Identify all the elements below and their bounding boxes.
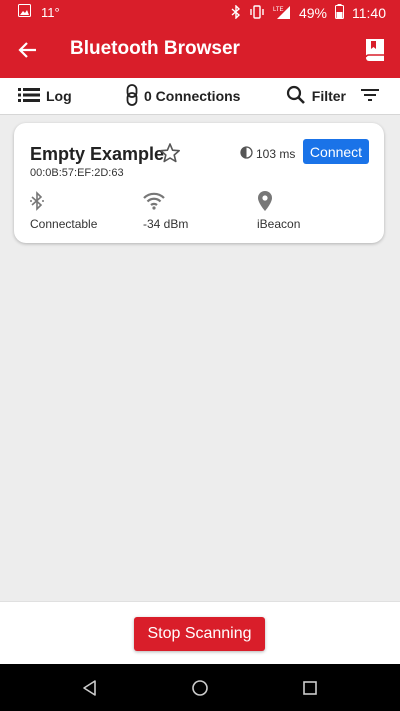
connections-button[interactable]: 0 Connections <box>126 78 240 114</box>
rssi-info: -34 dBm <box>143 189 253 231</box>
link-icon <box>126 83 138 109</box>
connect-button[interactable]: Connect <box>303 139 369 164</box>
signal-icon: LTE <box>273 5 291 22</box>
stop-scanning-button[interactable]: Stop Scanning <box>134 617 265 651</box>
recents-square-icon[interactable] <box>300 678 320 698</box>
device-name: Empty Example <box>30 144 165 164</box>
star-icon[interactable] <box>159 142 181 164</box>
vibrate-icon <box>249 4 265 22</box>
filter-button[interactable]: Filter <box>286 78 380 114</box>
search-icon <box>286 85 306 108</box>
back-arrow-icon[interactable] <box>16 38 40 62</box>
status-bar: 11° LTE 49% 11:40 <box>0 0 400 24</box>
toolbar: Log 0 Connections Filter <box>0 78 400 115</box>
advertising-interval: 103 ms <box>240 146 295 162</box>
svg-text:LTE: LTE <box>273 7 284 13</box>
clock: 11:40 <box>352 5 386 21</box>
rssi-value: -34 dBm <box>143 217 189 231</box>
connectable-info: Connectable <box>30 189 140 231</box>
interval-value: 103 ms <box>256 147 296 161</box>
home-circle-icon[interactable] <box>190 678 210 698</box>
log-button[interactable]: Log <box>18 78 72 114</box>
timer-icon <box>240 146 253 162</box>
location-pin-icon <box>257 189 367 213</box>
page-title: Bluetooth Browser <box>70 38 240 59</box>
connections-label: 0 Connections <box>144 88 241 104</box>
device-mac-address: 00:0B:57:EF:2D:63 <box>30 167 124 179</box>
device-card[interactable]: Empty Example 00:0B:57:EF:2D:63 103 ms C… <box>14 123 384 243</box>
bluetooth-icon <box>30 189 140 213</box>
back-triangle-icon[interactable] <box>80 678 100 698</box>
connectable-label: Connectable <box>30 217 98 231</box>
temperature-text: 11° <box>41 4 60 20</box>
battery-icon <box>335 4 344 22</box>
gallery-icon <box>18 4 31 20</box>
book-icon[interactable] <box>362 37 388 63</box>
bluetooth-status-icon <box>231 3 241 22</box>
bottom-panel: Stop Scanning <box>0 601 400 665</box>
battery-percent: 49% <box>298 5 327 21</box>
filter-lines-icon <box>360 88 380 105</box>
filter-label: Filter <box>311 88 346 104</box>
navigation-bar <box>0 664 400 711</box>
app-bar: Bluetooth Browser <box>0 24 400 78</box>
list-icon <box>18 87 40 106</box>
wifi-signal-icon <box>143 189 253 213</box>
log-label: Log <box>46 88 72 104</box>
beacon-type-info: iBeacon <box>257 189 367 231</box>
beacon-type-label: iBeacon <box>257 217 301 231</box>
